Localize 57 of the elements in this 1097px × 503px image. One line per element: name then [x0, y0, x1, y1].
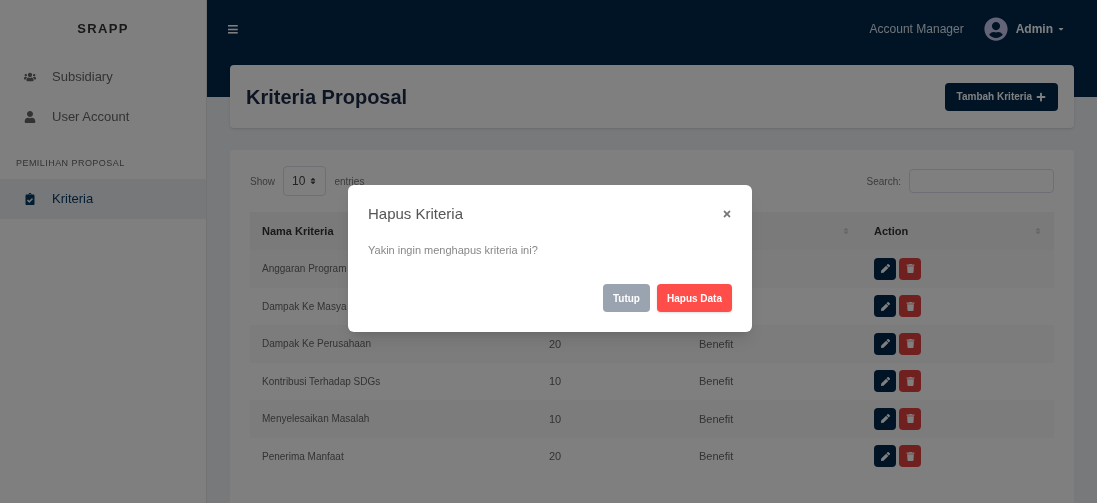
section-heading: PEMILIHAN PROPOSAL	[15, 157, 126, 170]
pencil-icon	[880, 339, 890, 349]
pencil-icon	[880, 376, 890, 386]
trash-icon	[905, 339, 915, 349]
trash-icon	[905, 414, 915, 424]
edit-button[interactable]	[874, 332, 896, 355]
delete-button[interactable]	[899, 295, 921, 318]
entries-select[interactable]: 10	[283, 166, 327, 196]
table-cell-text: Kontribusi Terhadap SDGs	[261, 374, 382, 389]
sidebar-item[interactable]: User Account	[0, 97, 206, 137]
trash-icon	[905, 376, 915, 386]
sort-icon	[309, 177, 318, 185]
delete-data-button[interactable]: Hapus Data	[657, 284, 732, 312]
delete-button[interactable]	[899, 407, 921, 430]
column-header[interactable]: Action	[862, 212, 1054, 250]
delete-button[interactable]	[899, 445, 921, 468]
delete-button[interactable]	[899, 257, 921, 280]
delete-button[interactable]	[899, 332, 921, 355]
pencil-icon	[880, 301, 890, 311]
table-cell-text: Dampak Ke Masya	[261, 299, 348, 314]
close-icon[interactable]	[722, 209, 732, 220]
search-label: Search:	[866, 174, 901, 189]
trash-icon	[905, 301, 915, 311]
menu-icon[interactable]: ≡	[227, 13, 239, 44]
modal-backdrop[interactable]	[0, 0, 1097, 503]
edit-button[interactable]	[874, 295, 896, 318]
avatar-icon[interactable]	[983, 16, 1008, 41]
user-menu[interactable]: Admin	[1015, 19, 1053, 38]
users-icon	[24, 71, 36, 83]
table-cell-text: Penerima Manfaat	[261, 449, 345, 464]
pencil-icon	[880, 414, 890, 424]
close-button[interactable]: Tutup	[602, 284, 650, 312]
edit-button[interactable]	[874, 257, 896, 280]
pencil-icon	[880, 264, 890, 274]
pencil-icon	[880, 451, 890, 461]
sidebar-item[interactable]: Kriteria	[0, 178, 206, 219]
table-cell-text: Benefit	[698, 374, 735, 389]
table-cell-text: 20	[548, 449, 563, 464]
delete-button[interactable]	[899, 370, 921, 393]
plus-icon	[1036, 91, 1046, 102]
trash-icon	[905, 264, 915, 274]
table-cell-text: Benefit	[698, 449, 735, 464]
trash-icon	[905, 451, 915, 461]
edit-button[interactable]	[874, 445, 896, 468]
sidebar-item[interactable]: Subsidiary	[0, 57, 206, 97]
clipboard-icon	[24, 192, 36, 205]
user-icon	[24, 111, 36, 123]
edit-button[interactable]	[874, 370, 896, 393]
page-title: Kriteria Proposal	[246, 84, 408, 110]
edit-button[interactable]	[874, 407, 896, 430]
dialog-title: Hapus Kriteria	[368, 204, 464, 224]
table-cell-text: 10	[548, 374, 563, 389]
brand-logo[interactable]: SRAPP	[0, 0, 206, 57]
entries-label: entries	[334, 174, 365, 189]
show-label: Show	[250, 174, 275, 189]
add-criteria-button[interactable]: Tambah Kriteria	[944, 82, 1058, 111]
account-manager-link[interactable]: Account Manager	[869, 19, 964, 38]
